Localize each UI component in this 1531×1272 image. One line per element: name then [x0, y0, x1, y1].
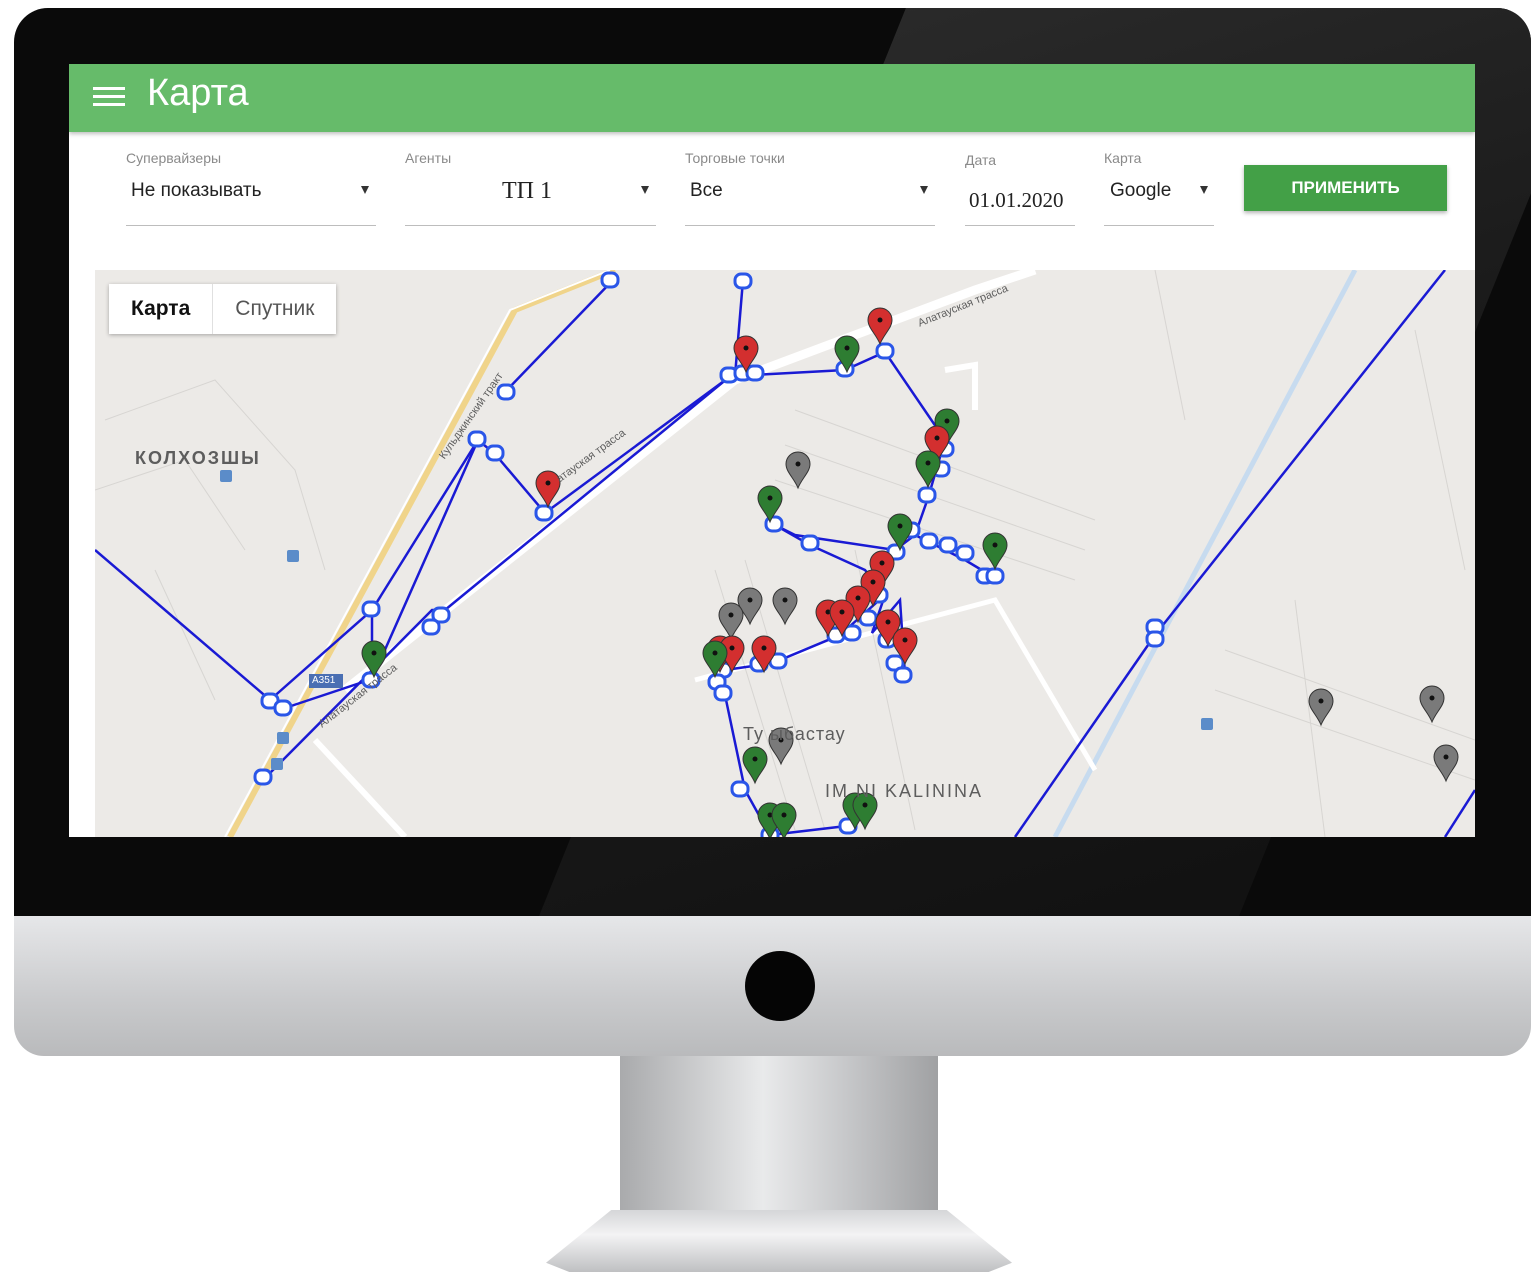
- map-pin-dot: [885, 619, 891, 625]
- map-pin-dot: [728, 612, 734, 618]
- field-underline: [405, 225, 656, 226]
- route-stops: [253, 271, 1165, 837]
- chevron-down-icon: [1200, 186, 1208, 194]
- date-value: 01.01.2020: [969, 188, 1064, 212]
- map-canvas[interactable]: Карта Спутник КОЛХОЗШЫ Ту ыбастау IM NI …: [95, 270, 1475, 837]
- map-pin-dot: [934, 435, 940, 441]
- map-pin-dot: [752, 756, 758, 762]
- outlets-label: Торговые точки: [685, 150, 785, 166]
- map-pin-dot: [747, 597, 753, 603]
- map-pin-dot: [925, 460, 931, 466]
- place-label-turgen: Ту ыбастау: [743, 724, 846, 744]
- gray-map-pin-icon[interactable]: [1308, 688, 1334, 727]
- map-provider-label: Карта: [1104, 150, 1142, 166]
- map-pin-dot: [879, 560, 885, 566]
- green-map-pin-icon[interactable]: [742, 746, 768, 785]
- map-type-toggle: Карта Спутник: [109, 284, 337, 334]
- map-provider-select[interactable]: Карта Google: [1104, 132, 1214, 226]
- place-label-kalinina: IM NI KALININA: [825, 781, 984, 801]
- place-label-kolkhozshy: КОЛХОЗШЫ: [135, 448, 261, 468]
- apply-button[interactable]: ПРИМЕНИТЬ: [1244, 165, 1447, 211]
- map-pin-dot: [870, 579, 876, 585]
- road-shield-label: А351: [312, 675, 336, 686]
- map-pin-dot: [877, 317, 883, 323]
- field-underline: [965, 225, 1075, 226]
- red-map-pin-icon[interactable]: [867, 307, 893, 346]
- map-pin-dot: [795, 461, 801, 467]
- map-type-satellite-button[interactable]: Спутник: [213, 284, 336, 334]
- map-pin-dot: [781, 812, 787, 818]
- date-label: Дата: [965, 152, 997, 168]
- filter-bar: Супервайзеры Не показывать Агенты ТП 1 Т…: [69, 132, 1475, 232]
- supervisors-select[interactable]: Супервайзеры Не показывать: [126, 132, 376, 226]
- monitor-stand-neck: [620, 1056, 938, 1216]
- map-pin-dot: [545, 480, 551, 486]
- map-pin-dot: [862, 802, 868, 808]
- map-pin-dot: [944, 418, 950, 424]
- agents-select[interactable]: Агенты ТП 1: [405, 132, 656, 226]
- gray-map-pin-icon[interactable]: [772, 587, 798, 626]
- field-underline: [685, 225, 935, 226]
- field-underline: [1104, 225, 1214, 226]
- map-pin-dot: [1429, 695, 1435, 701]
- map-pin-dot: [844, 345, 850, 351]
- map-pin-dot: [839, 609, 845, 615]
- app-screen: Карта Супервайзеры Не показывать Агенты …: [69, 64, 1475, 837]
- field-underline: [126, 225, 376, 226]
- map-type-map-button[interactable]: Карта: [109, 284, 214, 334]
- supervisors-value: Не показывать: [131, 180, 262, 201]
- date-field[interactable]: Дата 01.01.2020: [965, 132, 1075, 226]
- map-pin-dot: [729, 645, 735, 651]
- page-title: Карта: [147, 72, 249, 114]
- map-pin-dot: [371, 650, 377, 656]
- green-map-pin-icon[interactable]: [982, 532, 1008, 571]
- chevron-down-icon: [641, 186, 649, 194]
- agents-value: ТП 1: [502, 178, 552, 204]
- map-pin-dot: [855, 595, 861, 601]
- gray-map-pin-icon[interactable]: [1419, 685, 1445, 724]
- map-pin-dot: [761, 645, 767, 651]
- gray-map-pin-icon[interactable]: [785, 451, 811, 490]
- gray-map-pin-icon[interactable]: [1433, 744, 1459, 783]
- supervisors-label: Супервайзеры: [126, 150, 222, 166]
- app-bar: Карта: [69, 64, 1475, 132]
- chevron-down-icon: [361, 186, 369, 194]
- outlets-select[interactable]: Торговые точки Все: [685, 132, 935, 226]
- green-map-pin-icon[interactable]: [915, 450, 941, 489]
- map-pin-dot: [992, 542, 998, 548]
- map-drawing: [95, 270, 1475, 837]
- map-pin-dot: [782, 597, 788, 603]
- chevron-down-icon: [920, 186, 928, 194]
- map-pin-dot: [897, 523, 903, 529]
- map-pin-dot: [743, 345, 749, 351]
- map-pin-dot: [712, 650, 718, 656]
- hamburger-icon[interactable]: [93, 82, 125, 112]
- map-pin-dot: [902, 637, 908, 643]
- logo-icon: [745, 951, 815, 1021]
- map-provider-value: Google: [1110, 180, 1172, 201]
- map-pin-dot: [1443, 754, 1449, 760]
- map-pin-dot: [1318, 698, 1324, 704]
- map-pin-dot: [767, 495, 773, 501]
- outlets-value: Все: [690, 180, 723, 201]
- gray-map-pin-icon[interactable]: [718, 602, 744, 641]
- bus-stop-icons: [220, 470, 1213, 770]
- map-roads: [224, 270, 1358, 837]
- agents-label: Агенты: [405, 150, 452, 166]
- monitor-stand-foot: [546, 1210, 1012, 1272]
